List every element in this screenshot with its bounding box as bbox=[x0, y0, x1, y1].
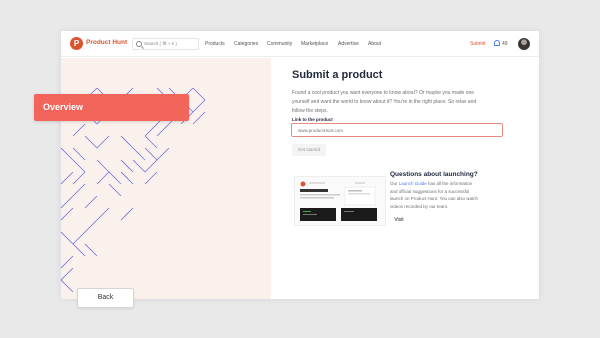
pattern-line bbox=[108, 171, 122, 185]
pattern-line bbox=[72, 231, 86, 245]
pattern-line bbox=[120, 171, 134, 185]
pattern-line bbox=[132, 159, 146, 173]
pattern-line bbox=[192, 111, 206, 125]
pattern-line bbox=[144, 135, 158, 149]
help-description: Our Launch Guide has all the information… bbox=[390, 180, 480, 210]
pattern-line bbox=[108, 183, 122, 197]
nav-categories[interactable]: Categories bbox=[234, 41, 258, 47]
get-started-button[interactable]: Get started bbox=[292, 144, 326, 156]
page-description: Found a cool product you want everyone t… bbox=[292, 90, 477, 114]
nav-about[interactable]: About bbox=[368, 41, 381, 47]
pattern-line bbox=[84, 243, 98, 257]
visit-button[interactable]: Visit bbox=[390, 214, 408, 226]
pattern-line bbox=[61, 207, 74, 221]
pattern-line bbox=[84, 135, 98, 149]
pattern-line bbox=[96, 135, 110, 149]
brand-name[interactable]: Product Hunt bbox=[86, 39, 127, 46]
top-navigation: P Product Hunt Search ( ⌘ + k ) Products… bbox=[61, 31, 539, 57]
bell-icon[interactable] bbox=[494, 40, 500, 46]
launch-guide-link[interactable]: Launch Guide bbox=[399, 181, 427, 186]
pattern-line bbox=[72, 183, 86, 197]
pattern-line bbox=[192, 99, 206, 113]
pattern-line bbox=[144, 123, 158, 137]
product-link-input[interactable] bbox=[291, 123, 503, 137]
pattern-line bbox=[84, 219, 98, 233]
search-box[interactable]: Search ( ⌘ + k ) bbox=[132, 38, 199, 50]
search-placeholder: Search ( ⌘ + k ) bbox=[144, 41, 177, 46]
nav-advertise[interactable]: Advertise bbox=[338, 41, 359, 47]
pattern-line bbox=[72, 243, 86, 257]
browser-window: P Product Hunt Search ( ⌘ + k ) Products… bbox=[61, 31, 539, 299]
pattern-line bbox=[96, 159, 110, 173]
pattern-line bbox=[120, 207, 134, 221]
overview-label: Overview bbox=[43, 102, 84, 112]
pattern-line bbox=[61, 195, 74, 209]
pattern-line bbox=[156, 123, 170, 137]
pattern-line bbox=[192, 87, 206, 101]
pattern-line bbox=[120, 159, 134, 173]
pattern-line bbox=[61, 267, 74, 281]
pattern-line bbox=[144, 147, 158, 161]
notification-count: 49 bbox=[502, 41, 508, 47]
pattern-line bbox=[61, 255, 74, 269]
avatar[interactable] bbox=[518, 38, 530, 50]
overview-tab[interactable]: Overview bbox=[34, 94, 189, 121]
launch-guide-thumbnail bbox=[294, 176, 386, 226]
pattern-line bbox=[132, 147, 146, 161]
pattern-line bbox=[144, 159, 158, 173]
pattern-line bbox=[61, 279, 74, 293]
help-title: Questions about launching? bbox=[390, 171, 478, 178]
pattern-line bbox=[84, 195, 98, 209]
nav-community[interactable]: Community bbox=[267, 41, 292, 47]
pattern-line bbox=[61, 147, 74, 161]
product-hunt-logo[interactable]: P bbox=[70, 37, 83, 50]
search-icon bbox=[136, 41, 142, 47]
back-button[interactable]: Back bbox=[77, 288, 134, 308]
help-desc-prefix: Our bbox=[390, 181, 399, 186]
pattern-line bbox=[61, 171, 74, 185]
pattern-line bbox=[96, 207, 110, 221]
nav-marketplace[interactable]: Marketplace bbox=[301, 41, 328, 47]
pattern-line bbox=[72, 159, 86, 173]
link-field-label: Link to the product bbox=[292, 117, 333, 122]
page-title: Submit a product bbox=[292, 69, 383, 81]
pattern-line bbox=[144, 171, 158, 185]
pattern-line bbox=[72, 171, 86, 185]
pattern-line bbox=[61, 231, 74, 245]
pattern-line bbox=[120, 135, 134, 149]
pattern-line bbox=[156, 147, 170, 161]
pattern-line bbox=[72, 123, 86, 137]
nav-products[interactable]: Products bbox=[205, 41, 225, 47]
submit-link[interactable]: Submit bbox=[470, 41, 486, 47]
pattern-line bbox=[96, 171, 110, 185]
pattern-line bbox=[72, 147, 86, 161]
